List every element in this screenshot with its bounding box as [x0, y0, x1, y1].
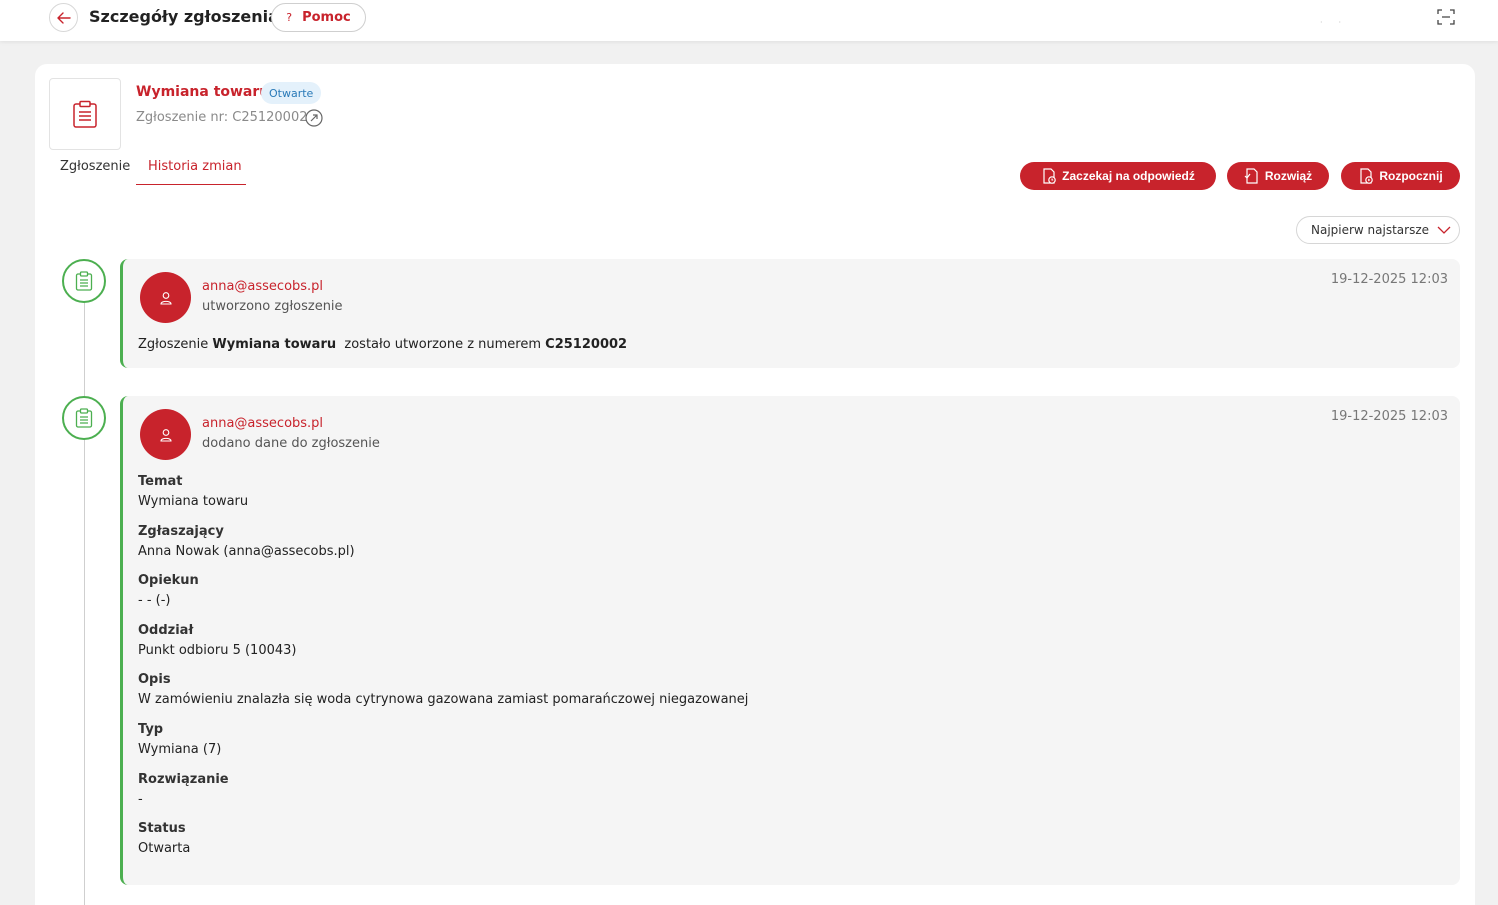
question-icon: ? — [286, 11, 293, 24]
field-value: - — [138, 791, 143, 807]
field-label: Oddział — [138, 622, 194, 638]
entry-description: Zgłoszenie Wymiana towaru zostało utworz… — [138, 337, 627, 352]
field-list: Temat Wymiana towaru Zgłaszający Anna No… — [138, 474, 1438, 871]
ticket-card: Wymiana towaru Otwarte Zgłoszenie nr: C2… — [35, 64, 1475, 905]
clipboard-icon — [75, 408, 93, 428]
avatar — [140, 272, 191, 323]
timeline-marker — [62, 259, 106, 303]
solve-label: Rozwiąż — [1264, 169, 1313, 183]
field-label: Rozwiązanie — [138, 771, 229, 787]
solve-button[interactable]: Rozwiąż — [1227, 162, 1329, 190]
field-status: Status Otwarta — [138, 821, 1438, 871]
back-button[interactable] — [49, 3, 78, 32]
help-button[interactable]: ? Pomoc — [271, 3, 366, 32]
field-label: Zgłaszający — [138, 523, 224, 539]
fullscreen-icon — [1437, 9, 1455, 25]
help-label: Pomoc — [302, 10, 351, 25]
external-link-button[interactable] — [305, 109, 323, 127]
field-value: Anna Nowak (anna@assecobs.pl) — [138, 543, 355, 559]
field-reporter: Zgłaszający Anna Nowak (anna@assecobs.pl… — [138, 524, 1438, 574]
entry-author: anna@assecobs.pl — [202, 279, 324, 294]
field-value: Otwarta — [138, 841, 191, 857]
field-type: Typ Wymiana (7) — [138, 722, 1438, 772]
clipboard-icon — [73, 100, 97, 128]
field-label: Status — [138, 821, 186, 837]
status-badge: Otwarte — [261, 82, 322, 104]
start-label: Rozpocznij — [1379, 169, 1443, 183]
field-resolution: Rozwiązanie - — [138, 772, 1438, 822]
field-label: Opis — [138, 672, 171, 688]
sort-select[interactable]: Najpierw najstarsze — [1296, 216, 1460, 244]
document-clock-icon — [1043, 167, 1056, 184]
field-value: W zamówieniu znalazła się woda cytrynowa… — [138, 692, 749, 708]
wait-for-reply-label: Zaczekaj na odpowiedź — [1062, 169, 1195, 183]
field-topic: Temat Wymiana towaru — [138, 474, 1438, 524]
entry-date: 19-12-2025 12:03 — [1330, 272, 1448, 287]
clipboard-icon — [75, 271, 93, 291]
entry-author: anna@assecobs.pl — [202, 416, 324, 431]
user-icon — [159, 428, 172, 442]
tab-ticket[interactable]: Zgłoszenie — [60, 159, 130, 174]
entry-body-subject: Wymiana towaru — [212, 337, 337, 352]
ticket-icon-box — [49, 78, 121, 150]
field-value: Wymiana towaru — [138, 494, 249, 509]
sort-selected-value: Najpierw najstarsze — [1311, 223, 1430, 237]
field-owner: Opiekun - - (-) — [138, 573, 1438, 623]
wait-for-reply-button[interactable]: Zaczekaj na odpowiedź — [1020, 162, 1216, 190]
entry-body-prefix: Zgłoszenie — [138, 337, 213, 352]
history-entry: anna@assecobs.pl utworzono zgłoszenie 19… — [120, 259, 1460, 368]
page-title: Szczegóły zgłoszenia — [89, 7, 279, 26]
timeline-marker — [62, 396, 106, 440]
top-bar: Szczegóły zgłoszenia ? Pomoc ·· — [0, 0, 1498, 41]
field-value: Wymiana (7) — [138, 741, 222, 757]
loading-dots: ·· — [1320, 18, 1358, 27]
ticket-title: Wymiana towaru — [136, 84, 270, 100]
avatar — [140, 409, 191, 460]
field-label: Opiekun — [138, 573, 199, 589]
field-label: Temat — [138, 474, 183, 489]
tab-history[interactable]: Historia zmian — [136, 159, 246, 185]
entry-body-middle: zostało utworzone z numerem — [336, 337, 546, 352]
document-check-icon — [1244, 167, 1258, 184]
entry-date: 19-12-2025 12:03 — [1330, 409, 1448, 424]
field-description: Opis W zamówieniu znalazła się woda cytr… — [138, 672, 1438, 722]
history-entry: anna@assecobs.pl dodano dane do zgłoszen… — [120, 396, 1460, 885]
start-button[interactable]: Rozpocznij — [1341, 162, 1460, 190]
entry-action: dodano dane do zgłoszenie — [202, 436, 380, 451]
external-link-icon — [305, 109, 323, 127]
field-value: - - (-) — [138, 593, 171, 609]
fullscreen-button[interactable] — [1436, 8, 1456, 26]
user-icon — [159, 291, 172, 305]
timeline-line — [84, 302, 85, 905]
document-play-icon — [1360, 167, 1374, 184]
entry-action: utworzono zgłoszenie — [202, 299, 343, 314]
field-branch: Oddział Punkt odbioru 5 (10043) — [138, 623, 1438, 673]
field-label: Typ — [138, 721, 164, 737]
field-value: Punkt odbioru 5 (10043) — [138, 642, 297, 658]
arrow-left-icon — [56, 11, 71, 24]
chevron-down-icon — [1437, 226, 1451, 234]
entry-body-number: C25120002 — [545, 337, 628, 352]
ticket-number: Zgłoszenie nr: C25120002 — [136, 110, 308, 125]
